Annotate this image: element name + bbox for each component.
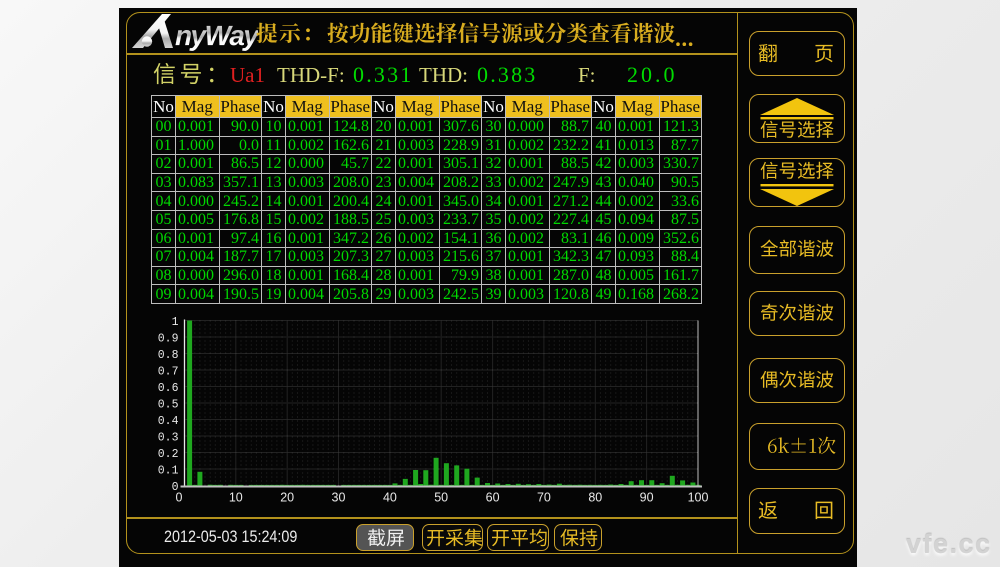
- svg-text:40: 40: [383, 491, 397, 505]
- svg-text:90: 90: [640, 491, 654, 505]
- svg-text:0.2: 0.2: [158, 448, 179, 461]
- svg-text:70: 70: [537, 491, 551, 505]
- svg-text:0.5: 0.5: [158, 399, 179, 412]
- svg-text:1: 1: [172, 316, 179, 329]
- svg-text:0.1: 0.1: [158, 465, 179, 478]
- svg-text:0.4: 0.4: [158, 415, 179, 428]
- svg-text:100: 100: [688, 491, 709, 505]
- svg-text:10: 10: [229, 491, 243, 505]
- svg-text:0.7: 0.7: [158, 366, 179, 379]
- svg-text:0: 0: [176, 491, 183, 505]
- svg-text:30: 30: [332, 491, 346, 505]
- svg-text:0.8: 0.8: [158, 349, 179, 362]
- svg-text:0.3: 0.3: [158, 432, 179, 445]
- svg-text:50: 50: [434, 491, 448, 505]
- svg-text:60: 60: [486, 491, 500, 505]
- svg-text:80: 80: [588, 491, 602, 505]
- svg-text:0.9: 0.9: [158, 333, 179, 346]
- svg-text:20: 20: [280, 491, 294, 505]
- svg-text:0.6: 0.6: [158, 382, 179, 395]
